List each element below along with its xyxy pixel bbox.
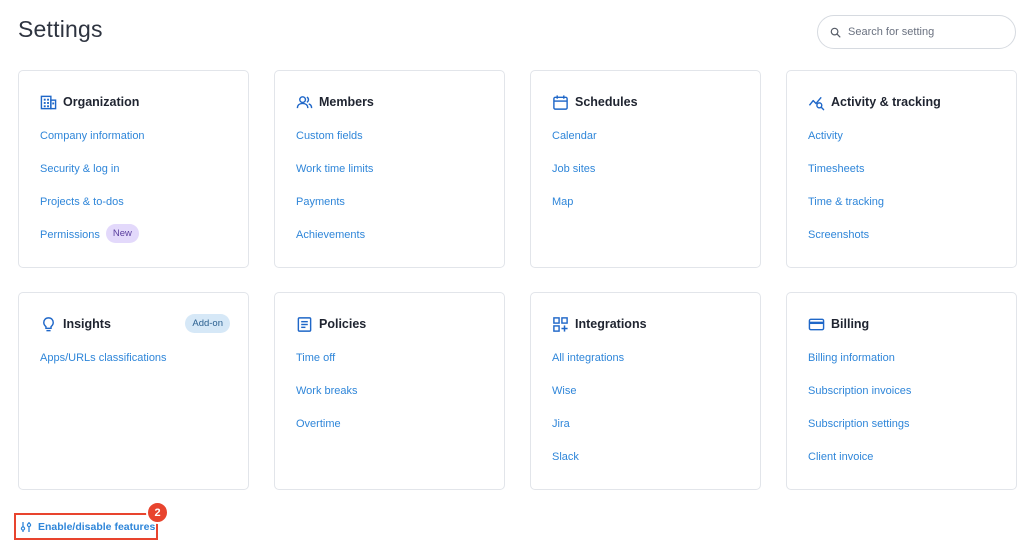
link-list: Company information Security & log in Pr… <box>40 130 145 262</box>
link-list: Billing information Subscription invoice… <box>808 352 911 484</box>
lightbulb-icon <box>39 315 57 333</box>
link-job-sites[interactable]: Job sites <box>552 163 595 175</box>
link-company-information[interactable]: Company information <box>40 130 145 142</box>
card-title: Integrations <box>575 317 647 331</box>
card-schedules: Schedules Calendar Job sites Map <box>530 70 761 268</box>
card-title: Billing <box>831 317 870 331</box>
link-payments[interactable]: Payments <box>296 196 345 208</box>
link-timesheets[interactable]: Timesheets <box>808 163 864 175</box>
link-projects-todos[interactable]: Projects & to-dos <box>40 196 124 208</box>
link-time-tracking[interactable]: Time & tracking <box>808 196 884 208</box>
document-icon <box>295 315 313 333</box>
calendar-icon <box>551 93 569 111</box>
link-subscription-invoices[interactable]: Subscription invoices <box>808 385 911 397</box>
link-jira[interactable]: Jira <box>552 418 570 430</box>
link-custom-fields[interactable]: Custom fields <box>296 130 363 142</box>
link-apps-urls-classifications[interactable]: Apps/URLs classifications <box>40 352 167 364</box>
link-permissions[interactable]: Permissions <box>40 229 100 241</box>
link-activity[interactable]: Activity <box>808 130 843 142</box>
link-time-off[interactable]: Time off <box>296 352 335 364</box>
link-list: Custom fields Work time limits Payments … <box>296 130 373 262</box>
search-box[interactable] <box>817 15 1016 49</box>
link-work-breaks[interactable]: Work breaks <box>296 385 358 397</box>
link-achievements[interactable]: Achievements <box>296 229 365 241</box>
link-calendar[interactable]: Calendar <box>552 130 597 142</box>
search-input[interactable] <box>848 26 998 38</box>
users-icon <box>295 93 313 111</box>
addon-badge: Add-on <box>185 314 230 333</box>
search-icon <box>830 27 841 37</box>
link-work-time-limits[interactable]: Work time limits <box>296 163 373 175</box>
link-list: Apps/URLs classifications <box>40 352 167 385</box>
link-screenshots[interactable]: Screenshots <box>808 229 869 241</box>
card-title: Organization <box>63 95 140 109</box>
card-insights: Insights Add-on Apps/URLs classification… <box>18 292 249 490</box>
link-slack[interactable]: Slack <box>552 451 579 463</box>
link-map[interactable]: Map <box>552 196 573 208</box>
link-list: All integrations Wise Jira Slack <box>552 352 624 484</box>
link-billing-information[interactable]: Billing information <box>808 352 895 364</box>
sliders-icon <box>20 521 32 532</box>
features-label: Enable/disable features <box>38 520 156 533</box>
new-badge: New <box>105 224 139 243</box>
card-title: Activity & tracking <box>831 95 941 109</box>
card-activity-tracking: Activity & tracking Activity Timesheets … <box>786 70 1017 268</box>
link-wise[interactable]: Wise <box>552 385 576 397</box>
card-title: Policies <box>319 317 367 331</box>
link-subscription-settings[interactable]: Subscription settings <box>808 418 910 430</box>
link-list: Calendar Job sites Map <box>552 130 597 229</box>
grid-plus-icon <box>551 315 569 333</box>
link-overtime[interactable]: Overtime <box>296 418 341 430</box>
enable-disable-features-link[interactable]: Enable/disable features <box>14 513 158 540</box>
link-list: Time off Work breaks Overtime <box>296 352 358 451</box>
link-list: Activity Timesheets Time & tracking Scre… <box>808 130 884 262</box>
card-title: Members <box>319 95 374 109</box>
count-badge: 2 <box>146 501 169 524</box>
link-security-log-in[interactable]: Security & log in <box>40 163 119 175</box>
credit-card-icon <box>807 315 825 333</box>
building-icon <box>39 93 57 111</box>
card-policies: Policies Time off Work breaks Overtime <box>274 292 505 490</box>
link-client-invoice[interactable]: Client invoice <box>808 451 873 463</box>
link-all-integrations[interactable]: All integrations <box>552 352 624 364</box>
card-title: Insights <box>63 317 111 331</box>
page-title: Settings <box>18 16 103 42</box>
card-organization: Organization Company information Securit… <box>18 70 249 268</box>
activity-chart-icon <box>807 93 825 111</box>
card-members: Members Custom fields Work time limits P… <box>274 70 505 268</box>
card-integrations: Integrations All integrations Wise Jira … <box>530 292 761 490</box>
card-title: Schedules <box>575 95 638 109</box>
card-billing: Billing Billing information Subscription… <box>786 292 1017 490</box>
